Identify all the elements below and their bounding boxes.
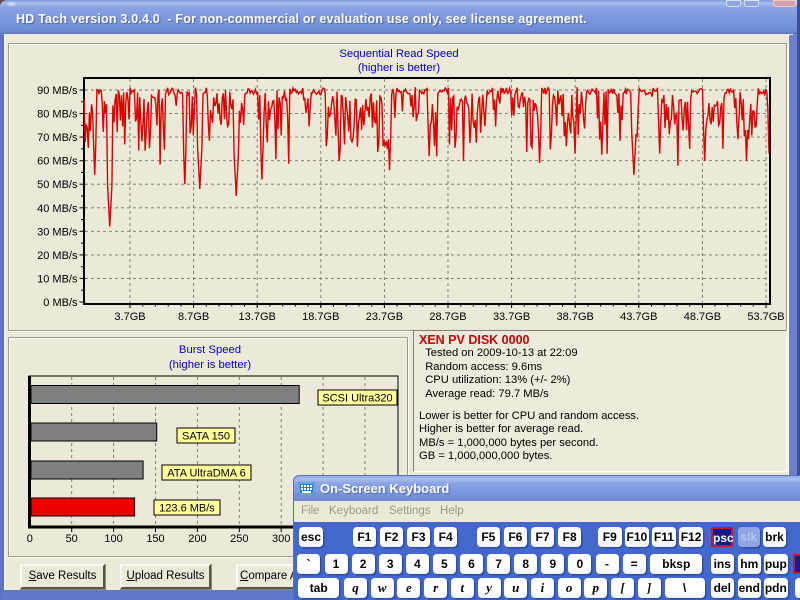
svg-text:8.7GB: 8.7GB (178, 311, 209, 323)
svg-text:13.7GB: 13.7GB (239, 311, 276, 323)
svg-text:250: 250 (230, 533, 248, 545)
svg-text:30 MB/s: 30 MB/s (37, 226, 78, 238)
svg-text:200: 200 (188, 533, 206, 545)
svg-text:70 MB/s: 70 MB/s (37, 132, 78, 144)
svg-text:53.7GB: 53.7GB (747, 311, 784, 323)
svg-text:80 MB/s: 80 MB/s (37, 109, 78, 121)
svg-text:300: 300 (272, 533, 290, 545)
svg-text:20 MB/s: 20 MB/s (37, 250, 78, 262)
svg-text:48.7GB: 48.7GB (684, 311, 721, 323)
svg-text:0: 0 (27, 533, 33, 545)
svg-text:123.6 MB/s: 123.6 MB/s (159, 503, 215, 515)
svg-text:38.7GB: 38.7GB (557, 311, 594, 323)
svg-text:23.7GB: 23.7GB (366, 311, 403, 323)
svg-text:33.7GB: 33.7GB (493, 311, 530, 323)
svg-text:10 MB/s: 10 MB/s (37, 273, 78, 285)
svg-text:43.7GB: 43.7GB (620, 311, 657, 323)
svg-text:Sequential Read Speed: Sequential Read Speed (339, 48, 458, 60)
svg-text:40 MB/s: 40 MB/s (37, 203, 78, 215)
svg-text:0 MB/s: 0 MB/s (43, 297, 78, 309)
svg-text:90 MB/s: 90 MB/s (37, 85, 78, 97)
svg-text:SATA 150: SATA 150 (182, 431, 230, 443)
svg-text:ATA UltraDMA 6: ATA UltraDMA 6 (167, 468, 245, 480)
svg-text:50 MB/s: 50 MB/s (37, 179, 78, 191)
svg-text:3.7GB: 3.7GB (114, 311, 145, 323)
svg-text:28.7GB: 28.7GB (429, 311, 466, 323)
svg-text:100: 100 (104, 533, 122, 545)
svg-text:(higher is better): (higher is better) (358, 62, 440, 74)
svg-text:50: 50 (66, 533, 78, 545)
svg-text:18.7GB: 18.7GB (302, 311, 339, 323)
svg-text:Burst Speed: Burst Speed (179, 344, 241, 356)
svg-text:(higher is better): (higher is better) (169, 359, 251, 371)
svg-text:60 MB/s: 60 MB/s (37, 156, 78, 168)
svg-text:150: 150 (146, 533, 164, 545)
svg-text:SCSI Ultra320: SCSI Ultra320 (322, 393, 392, 405)
